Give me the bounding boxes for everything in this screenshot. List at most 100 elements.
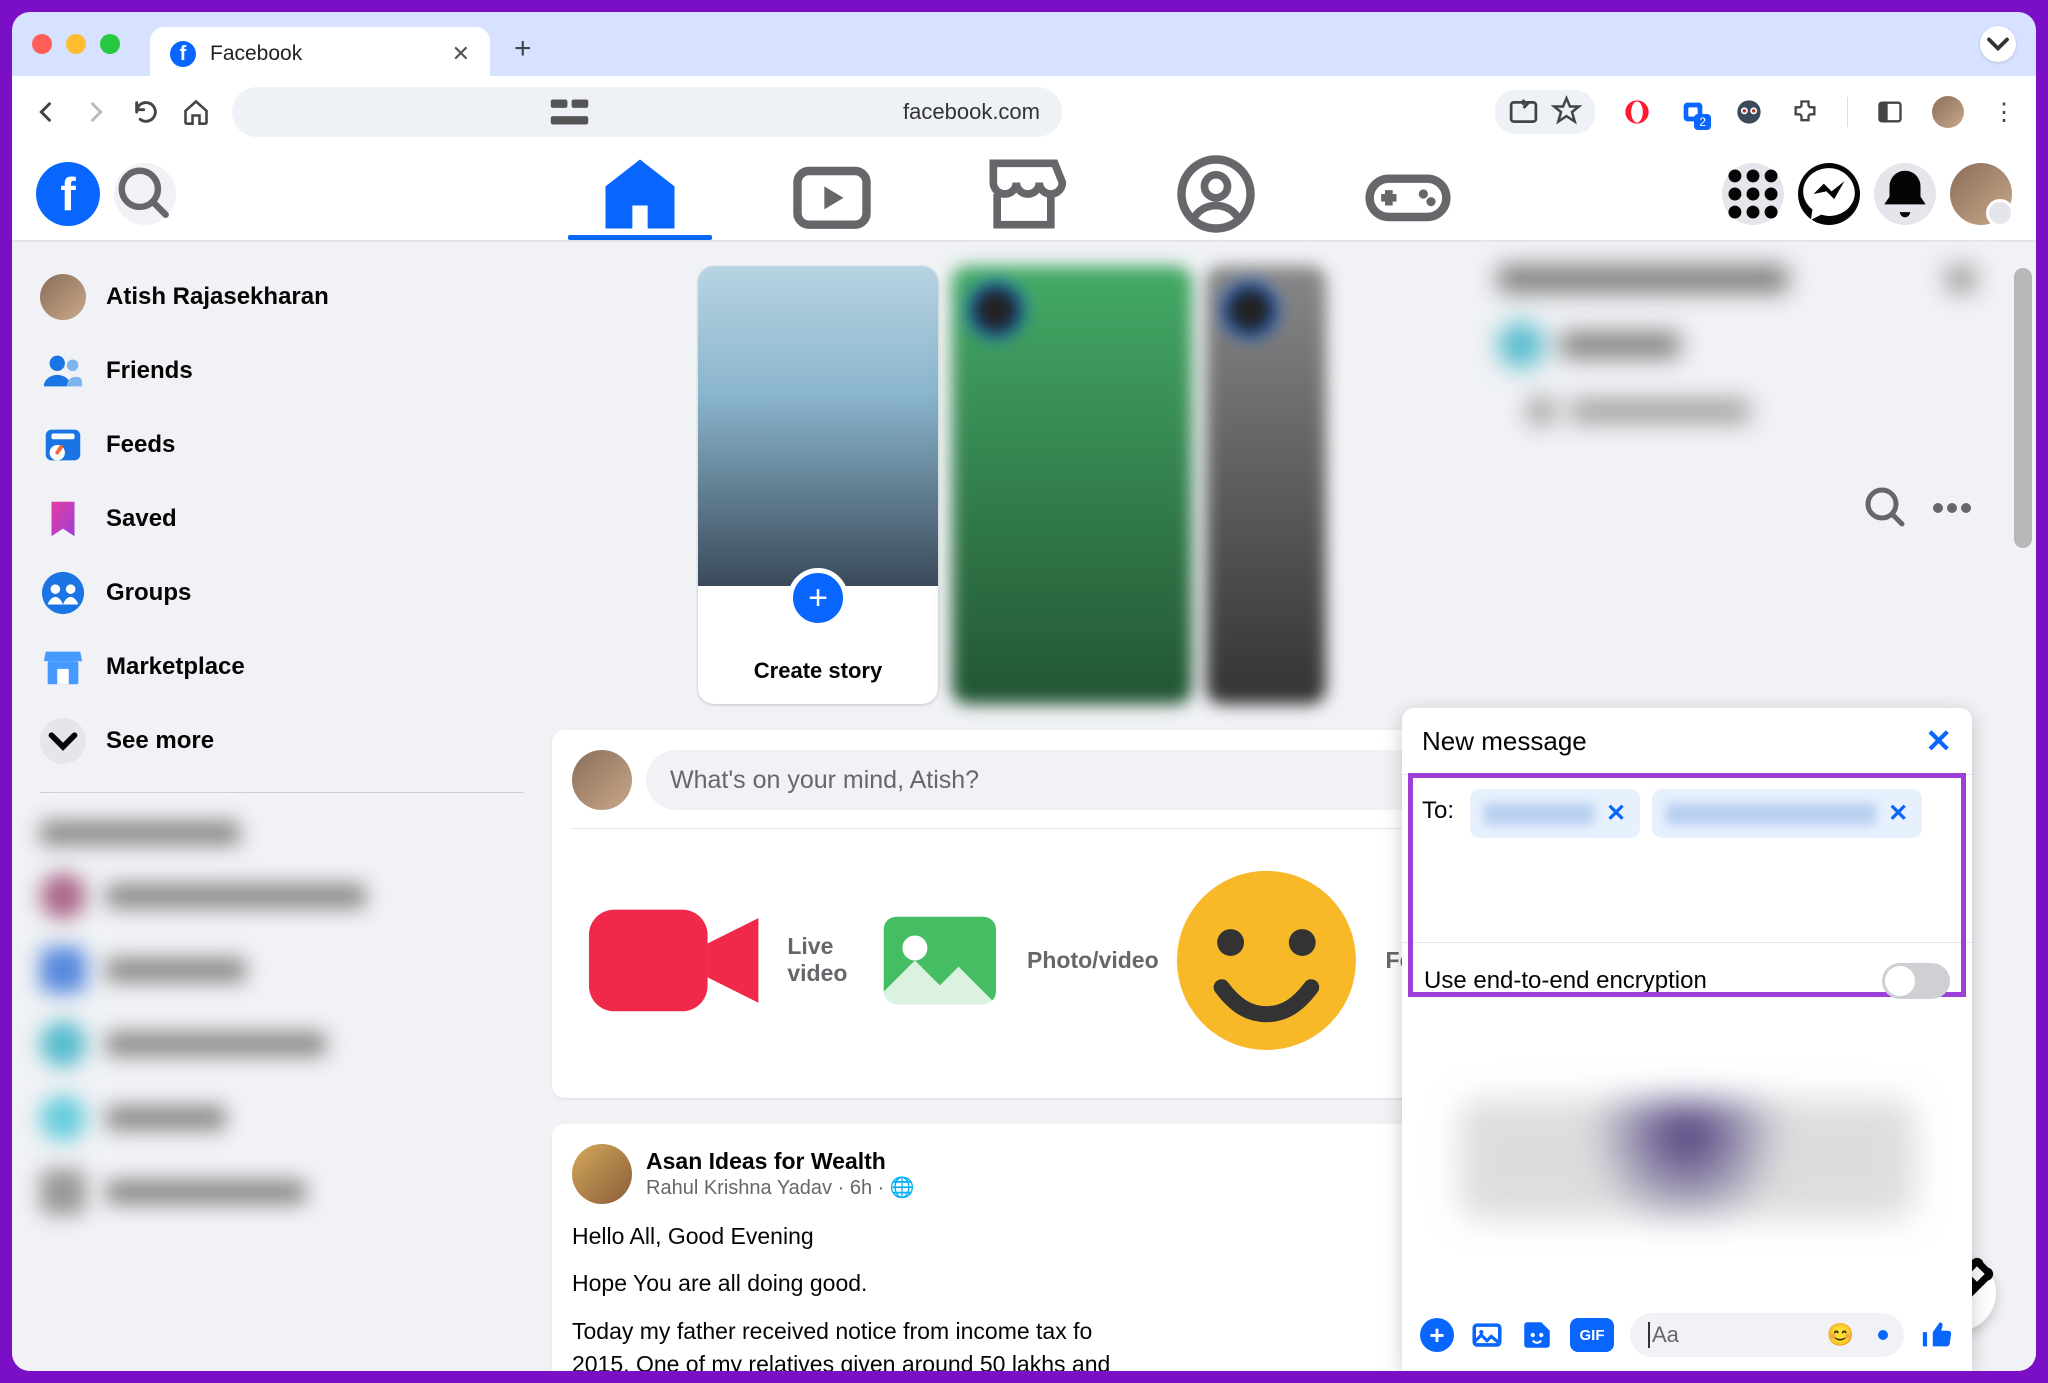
encryption-row: Use end-to-end encryption: [1402, 942, 1972, 1019]
profile-menu-button[interactable]: [1950, 163, 2012, 225]
bell-icon: [1874, 163, 1936, 225]
forward-button[interactable]: [82, 98, 110, 126]
tab-marketplace[interactable]: [934, 148, 1114, 240]
thumbs-up-button[interactable]: [1920, 1318, 1954, 1352]
post-avatar[interactable]: [572, 1144, 632, 1204]
right-content-blurred: [1498, 266, 1976, 424]
reload-button[interactable]: [132, 98, 160, 126]
post-meta: Rahul Krishna Yadav · 6h · 🌐: [646, 1175, 915, 1200]
sidebar-item-marketplace[interactable]: Marketplace: [24, 630, 540, 704]
composer: What's on your mind, Atish? Live video P…: [552, 730, 1472, 1098]
sidebar-item-friends[interactable]: Friends: [24, 334, 540, 408]
sidebar: Atish Rajasekharan Friends Feeds Saved G…: [12, 240, 552, 1371]
tab-groups[interactable]: [1126, 148, 1306, 240]
post-page-name[interactable]: Asan Ideas for Wealth: [646, 1148, 915, 1175]
remove-recipient-button[interactable]: ✕: [1606, 799, 1626, 828]
sidebar-label: Friends: [106, 357, 193, 385]
browser-menu-button[interactable]: ⋮: [1992, 98, 2016, 127]
opera-extension-icon[interactable]: [1623, 98, 1651, 126]
sidebar-profile[interactable]: Atish Rajasekharan: [24, 260, 540, 334]
profile-avatar-icon: [40, 274, 86, 320]
chat-input-placeholder: Aa: [1648, 1322, 1679, 1348]
composer-input[interactable]: What's on your mind, Atish?: [646, 750, 1452, 810]
side-panel-icon[interactable]: [1876, 98, 1904, 126]
screenshot-icon[interactable]: [1495, 90, 1595, 134]
sidebar-item-groups[interactable]: Groups: [24, 556, 540, 630]
to-label: To:: [1422, 789, 1454, 825]
browser-tab[interactable]: f Facebook ✕: [150, 27, 490, 81]
sticker-button[interactable]: [1520, 1318, 1554, 1352]
story-cover: [698, 266, 938, 586]
encryption-toggle[interactable]: [1882, 963, 1950, 999]
story-card[interactable]: [952, 266, 1192, 704]
post-card: Asan Ideas for Wealth Rahul Krishna Yada…: [552, 1124, 1472, 1371]
divider: [1847, 97, 1848, 127]
extension-icon[interactable]: 2: [1679, 98, 1707, 126]
notifications-button[interactable]: [1874, 163, 1936, 225]
recipient-name-blurred: name: [1484, 803, 1594, 825]
browser-profile-avatar[interactable]: [1932, 96, 1964, 128]
smile-icon: [1159, 853, 1374, 1068]
url-input[interactable]: facebook.com: [232, 87, 1062, 137]
facebook-logo[interactable]: f: [36, 162, 100, 226]
extension-badge: 2: [1694, 114, 1711, 130]
new-message-panel: New message ✕ To: name ✕: [1402, 708, 1972, 1371]
story-avatar-ring: [968, 282, 1024, 338]
messenger-button[interactable]: [1798, 163, 1860, 225]
sidebar-shortcuts-blurred: [24, 807, 540, 1229]
dots-icon: [1928, 484, 1976, 532]
story-avatar-ring: [1222, 282, 1278, 338]
contacts-options-button[interactable]: [1928, 484, 1976, 532]
recipient-chip[interactable]: name ✕: [1470, 789, 1640, 838]
scrollbar[interactable]: [2014, 268, 2032, 548]
groups-icon: [1126, 148, 1306, 240]
add-attachment-button[interactable]: +: [1420, 1318, 1454, 1352]
live-video-button[interactable]: Live video: [572, 843, 865, 1078]
encryption-label: Use end-to-end encryption: [1424, 967, 1707, 995]
tab-title: Facebook: [210, 42, 302, 66]
close-window-button[interactable]: [32, 34, 52, 54]
tab-gaming[interactable]: [1318, 148, 1498, 240]
sidebar-item-feeds[interactable]: Feeds: [24, 408, 540, 482]
create-story-card[interactable]: + Create story: [698, 266, 938, 704]
close-tab-button[interactable]: ✕: [452, 41, 470, 67]
search-icon: [1862, 484, 1910, 532]
address-bar: facebook.com 2 ⋮: [12, 76, 2036, 148]
create-story-label: Create story: [698, 658, 938, 684]
tab-home[interactable]: [550, 148, 730, 240]
sidebar-see-more[interactable]: See more: [24, 704, 540, 778]
photo-video-button[interactable]: Photo/video: [865, 843, 1158, 1078]
url-text: facebook.com: [903, 99, 1040, 125]
sidebar-label: Feeds: [106, 431, 175, 459]
message-input[interactable]: Aa: [1630, 1313, 1904, 1357]
back-button[interactable]: [32, 98, 60, 126]
composer-placeholder: What's on your mind, Atish?: [670, 766, 979, 795]
feeds-icon: [40, 422, 86, 468]
search-button[interactable]: [114, 163, 176, 225]
composer-avatar[interactable]: [572, 750, 632, 810]
saved-icon: [40, 496, 86, 542]
gaming-icon: [1318, 148, 1498, 240]
remove-recipient-button[interactable]: ✕: [1888, 799, 1908, 828]
video-camera-icon: [572, 853, 775, 1068]
minimize-window-button[interactable]: [66, 34, 86, 54]
close-chat-button[interactable]: ✕: [1925, 722, 1952, 760]
sidebar-item-saved[interactable]: Saved: [24, 482, 540, 556]
messenger-icon: [1798, 163, 1860, 225]
sidebar-label: See more: [106, 727, 214, 755]
tabs-overflow-button[interactable]: [1980, 26, 2016, 62]
tab-video[interactable]: [742, 148, 922, 240]
new-tab-button[interactable]: +: [514, 32, 532, 66]
recipient-chip[interactable]: name two ✕: [1652, 789, 1922, 838]
marketplace-icon: [934, 148, 1114, 240]
home-button[interactable]: [182, 98, 210, 126]
add-photo-button[interactable]: [1470, 1318, 1504, 1352]
extension-2-icon[interactable]: [1735, 98, 1763, 126]
extensions-menu-icon[interactable]: [1791, 98, 1819, 126]
maximize-window-button[interactable]: [100, 34, 120, 54]
menu-button[interactable]: [1722, 163, 1784, 225]
gif-button[interactable]: GIF: [1570, 1318, 1614, 1352]
search-contacts-button[interactable]: [1862, 484, 1910, 532]
story-card[interactable]: [1206, 266, 1326, 704]
chat-recipients-area[interactable]: To: name ✕ name two ✕: [1402, 774, 1972, 942]
